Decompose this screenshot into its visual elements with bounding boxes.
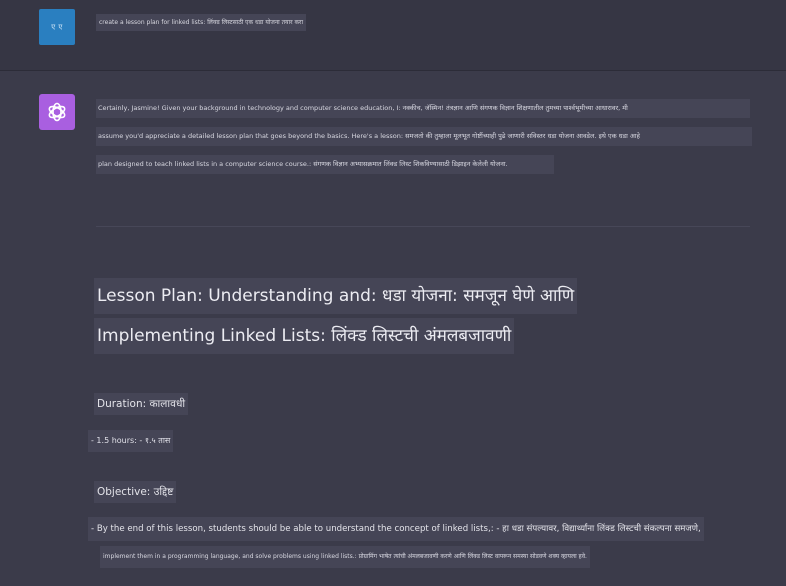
intro-line-2: assume you'd appreciate a detailed lesso… <box>96 127 752 146</box>
objective-line-1: - By the end of this lesson, students sh… <box>88 517 704 541</box>
intro-line-3: plan designed to teach linked lists in a… <box>96 155 554 174</box>
intro-line-1: Certainly, Jasmine! Given your backgroun… <box>96 99 750 118</box>
lesson-heading-line-1: Lesson Plan: Understanding and: धडा योजन… <box>94 278 578 314</box>
user-message-row <box>0 0 786 71</box>
openai-logo-icon <box>48 102 66 122</box>
user-message-text: create a lesson plan for linked lists: ल… <box>96 14 307 31</box>
duration-label: Duration: कालावधी <box>94 393 189 415</box>
user-avatar-label: ए ए <box>51 22 63 31</box>
lesson-heading-line-2: Implementing Linked Lists: लिंक्ड लिस्टच… <box>94 318 515 354</box>
user-avatar: ए ए <box>39 9 75 45</box>
assistant-avatar <box>39 94 75 130</box>
objective-line-2: implement them in a programming language… <box>100 546 590 568</box>
divider <box>96 226 750 227</box>
objective-label: Objective: उद्दिष्ट <box>94 481 177 503</box>
duration-value: - 1.5 hours: - १.५ तास <box>88 430 174 452</box>
